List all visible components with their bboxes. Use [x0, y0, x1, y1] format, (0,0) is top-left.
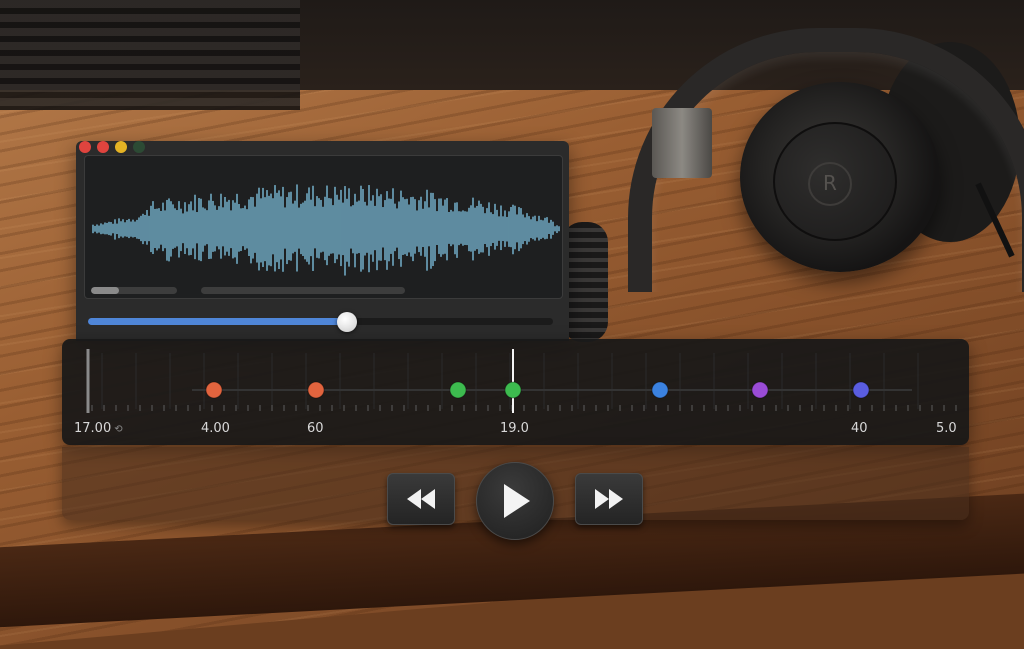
waveform-view[interactable] [84, 155, 563, 299]
tick-label: 60 [307, 421, 324, 436]
window-controls [79, 141, 145, 153]
tick-label-playhead: 19.0 [500, 421, 529, 436]
timeline-marker[interactable] [504, 381, 522, 399]
headphones-logo: R [808, 162, 852, 206]
audio-editor-window [76, 141, 569, 341]
maximize-button[interactable] [115, 141, 127, 153]
position-slider[interactable] [88, 312, 553, 332]
rewind-button[interactable] [387, 473, 455, 525]
loop-icon[interactable]: ⟲ [114, 424, 122, 435]
tick-label: 40 [851, 421, 868, 436]
fast-forward-button[interactable] [575, 473, 643, 525]
timeline-marker[interactable] [449, 381, 467, 399]
acoustic-panel [0, 0, 300, 110]
tick-label-end: 5.0 [936, 421, 957, 436]
waveform [92, 184, 560, 276]
minimize-button[interactable] [97, 141, 109, 153]
play-icon [504, 484, 530, 518]
fast-forward-icon [595, 489, 623, 509]
timeline-marker[interactable] [307, 381, 325, 399]
headphones-yoke [652, 108, 712, 178]
timeline-marker[interactable] [852, 381, 870, 399]
scrollbar-thumb[interactable] [91, 287, 119, 294]
close-button[interactable] [79, 141, 91, 153]
horizontal-scrollbar-right[interactable] [201, 287, 405, 294]
timeline-marker[interactable] [651, 381, 669, 399]
timeline-marker[interactable] [751, 381, 769, 399]
rewind-icon [407, 489, 435, 509]
marker-timeline[interactable]: 17.00 ⟲ 4.00 60 19.0 40 5.0 [62, 339, 969, 445]
timeline-marker[interactable] [205, 381, 223, 399]
position-slider-fill [88, 318, 347, 325]
play-button[interactable] [476, 462, 554, 540]
position-slider-knob[interactable] [337, 312, 357, 332]
transport-controls [62, 447, 969, 540]
horizontal-scrollbar-left[interactable] [91, 287, 177, 294]
tick-label: 4.00 [201, 421, 230, 436]
tick-label-start: 17.00 ⟲ [74, 421, 123, 436]
extra-window-button[interactable] [133, 141, 145, 153]
